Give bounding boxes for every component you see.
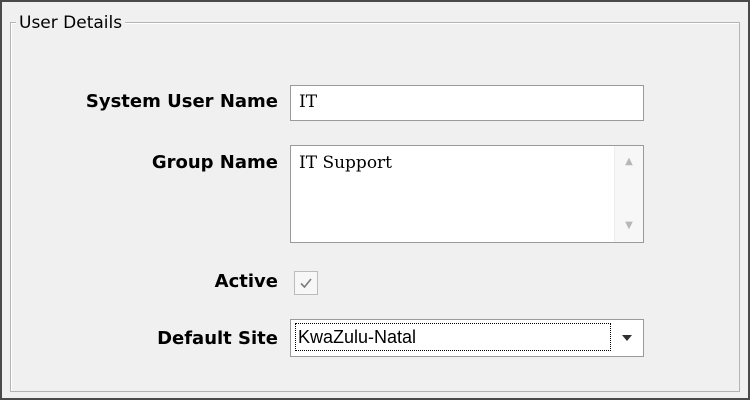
default-site-combobox[interactable]: KwaZulu-Natal	[290, 319, 644, 357]
group-name-textarea[interactable]: IT Support ▲ ▼	[290, 145, 644, 243]
group-name-value: IT Support	[299, 153, 393, 173]
chevron-down-icon[interactable]: ▼	[615, 212, 643, 240]
system-user-name-input[interactable]: IT	[290, 85, 644, 121]
default-site-value: KwaZulu-Natal	[295, 323, 611, 351]
checkmark-icon	[300, 278, 312, 289]
dropdown-button[interactable]	[617, 326, 637, 350]
chevron-up-icon[interactable]: ▲	[615, 148, 643, 176]
window-frame: User Details System User Name IT Group N…	[0, 0, 750, 400]
system-user-name-label: System User Name	[85, 91, 278, 112]
group-name-label: Group Name	[151, 152, 278, 173]
chevron-down-icon	[622, 335, 632, 341]
active-checkbox[interactable]	[294, 271, 318, 295]
groupbox-title: User Details	[16, 12, 126, 34]
group-name-scrollbar[interactable]: ▲ ▼	[614, 146, 643, 242]
active-label: Active	[214, 271, 278, 292]
default-site-label: Default Site	[157, 328, 278, 349]
system-user-name-value: IT	[299, 92, 318, 112]
